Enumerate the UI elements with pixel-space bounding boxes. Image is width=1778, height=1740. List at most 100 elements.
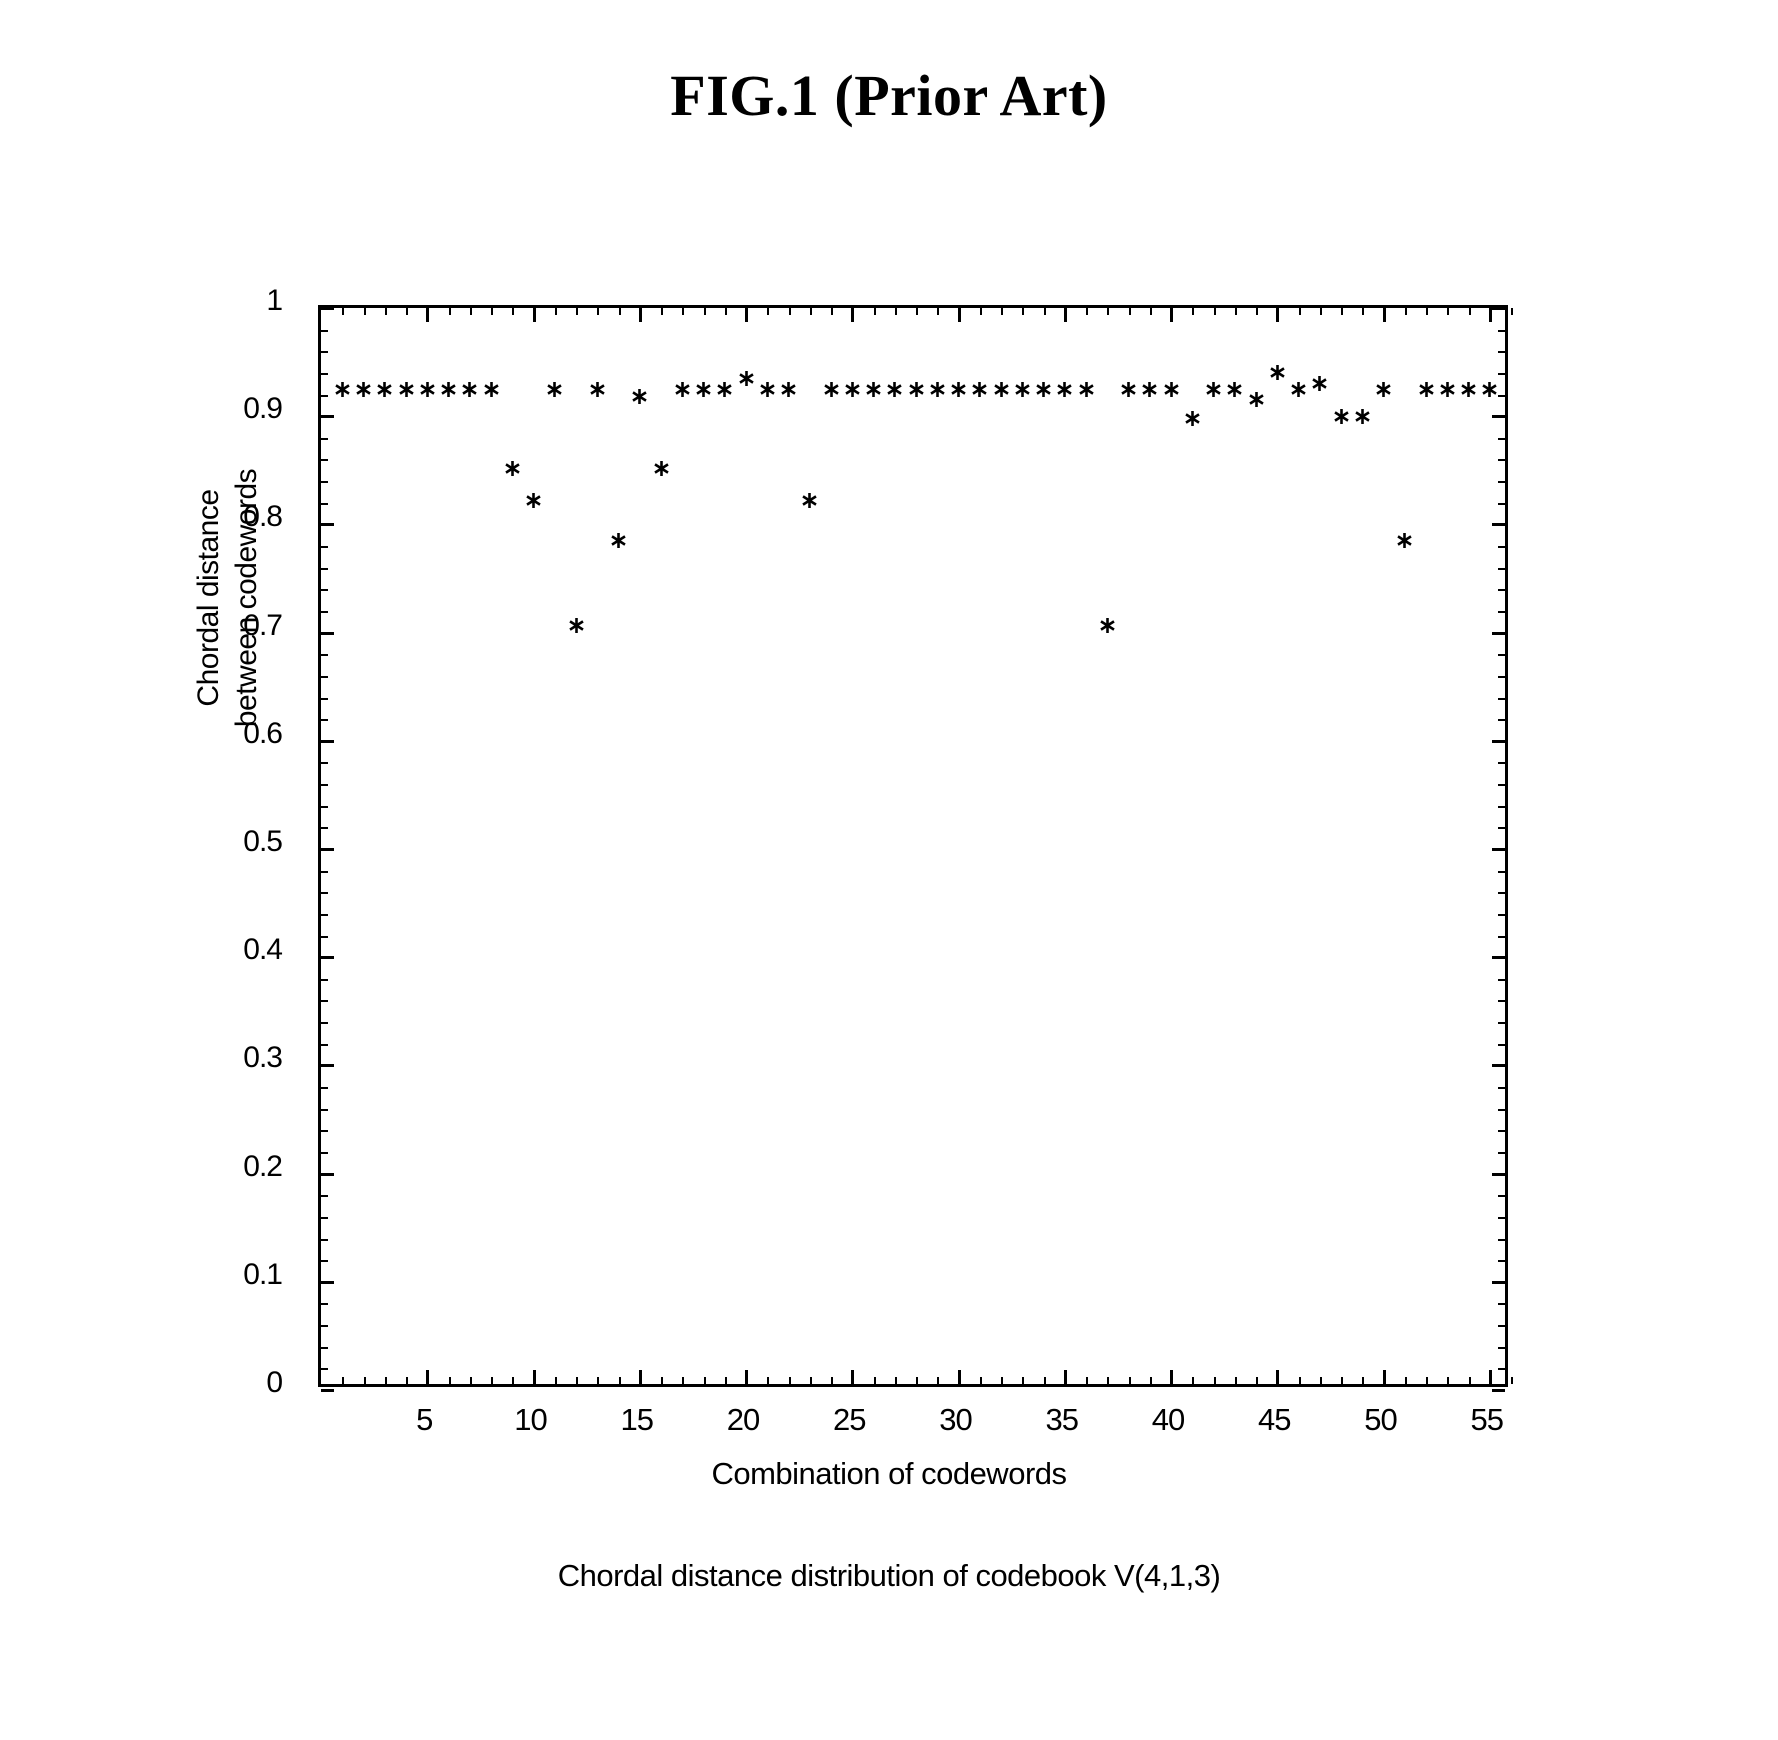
- x-axis-minor-tick-top: [1043, 308, 1046, 315]
- data-point-marker: [334, 381, 351, 398]
- data-point-marker: [1311, 375, 1328, 392]
- x-axis-minor-tick: [1511, 1377, 1513, 1384]
- x-axis-tick-label: 20: [726, 1402, 760, 1437]
- y-axis-tick-label: 0.4: [243, 933, 283, 967]
- data-point-marker: [674, 381, 691, 398]
- y-axis-minor-tick-right: [1498, 589, 1505, 592]
- x-axis-minor-tick: [1404, 1377, 1407, 1384]
- x-axis-minor-tick: [1256, 1377, 1258, 1384]
- y-axis-minor-tick-right: [1498, 1000, 1505, 1003]
- y-axis-tick: [321, 1064, 334, 1068]
- x-axis-tick-label: 40: [1151, 1402, 1185, 1437]
- data-point-marker: [1099, 617, 1116, 634]
- x-axis-minor-tick: [576, 1377, 578, 1384]
- y-axis-minor-tick: [321, 892, 328, 895]
- x-axis-minor-tick-top: [979, 308, 982, 315]
- data-point-marker: [1481, 381, 1498, 398]
- x-axis-minor-tick-top: [406, 308, 408, 315]
- x-axis-minor-tick: [1192, 1377, 1195, 1384]
- x-axis-minor-tick: [1468, 1377, 1471, 1384]
- y-axis-minor-tick-right: [1498, 394, 1505, 397]
- x-axis-minor-tick-top: [724, 308, 727, 315]
- y-axis-minor-tick: [321, 935, 328, 938]
- data-point-marker: [929, 381, 946, 398]
- data-point-marker: [1396, 532, 1413, 549]
- y-axis-minor-tick-right: [1498, 675, 1505, 678]
- x-axis-tick-label: 10: [514, 1402, 547, 1437]
- x-axis-minor-tick: [1426, 1377, 1428, 1384]
- y-axis-minor-tick-right: [1498, 1260, 1505, 1263]
- y-axis-minor-tick: [321, 1325, 328, 1328]
- y-axis-minor-tick: [321, 1043, 328, 1046]
- data-point-marker: [886, 381, 903, 398]
- data-point-marker: [865, 381, 882, 398]
- x-axis-tick: [426, 1370, 430, 1384]
- y-axis-minor-tick: [321, 481, 328, 484]
- data-point-marker: [1184, 410, 1201, 427]
- data-point-marker: [504, 460, 521, 477]
- data-point-marker: [759, 381, 776, 398]
- y-axis-minor-tick: [321, 870, 328, 873]
- x-axis-minor-tick: [661, 1377, 663, 1384]
- x-axis-minor-tick: [363, 1377, 366, 1384]
- x-axis-minor-tick-top: [1107, 308, 1110, 315]
- x-axis-minor-tick: [1086, 1377, 1088, 1384]
- y-axis-tick-right: [1492, 631, 1505, 635]
- x-axis-tick: [745, 1370, 748, 1384]
- x-axis-minor-tick: [1319, 1377, 1322, 1384]
- data-point-marker: [823, 381, 840, 398]
- x-axis-minor-tick-top: [1001, 308, 1003, 315]
- y-axis-tick: [321, 848, 334, 851]
- y-axis-minor-tick-right: [1498, 1325, 1505, 1328]
- y-axis-minor-tick: [321, 762, 328, 765]
- x-axis-minor-tick-top: [1086, 308, 1088, 315]
- x-axis-minor-tick-top: [554, 308, 557, 315]
- x-axis-tick-top: [1488, 308, 1492, 322]
- y-axis-tick-right: [1492, 307, 1505, 310]
- data-point-marker: [844, 381, 861, 398]
- y-axis-minor-tick: [321, 805, 328, 808]
- data-point-marker: [1141, 381, 1158, 398]
- data-point-marker: [1248, 391, 1265, 408]
- figure-caption: Chordal distance distribution of codeboo…: [557, 1558, 1221, 1593]
- y-axis-tick-label: 1: [266, 284, 283, 317]
- y-axis-tick: [321, 1172, 334, 1176]
- x-axis-tick-label: 15: [620, 1402, 654, 1437]
- x-axis-tick-label: 50: [1364, 1402, 1397, 1437]
- y-axis-tick-label: 0.2: [243, 1149, 283, 1183]
- y-axis-minor-tick-right: [1498, 1346, 1505, 1349]
- x-axis-minor-tick-top: [469, 308, 472, 315]
- x-axis-minor-tick: [1001, 1377, 1003, 1384]
- x-axis-minor-tick-top: [937, 308, 940, 315]
- data-point-marker: [440, 381, 457, 398]
- x-axis-tick: [1382, 1370, 1386, 1384]
- y-axis-minor-tick: [321, 567, 328, 570]
- data-point-marker: [801, 492, 818, 509]
- x-axis-minor-tick-top: [1234, 308, 1237, 315]
- y-axis-tick-right: [1492, 848, 1505, 851]
- y-axis-minor-tick-right: [1498, 870, 1505, 873]
- data-point-marker: [376, 381, 393, 398]
- x-axis-minor-tick: [703, 1377, 706, 1384]
- x-axis-tick: [851, 1370, 855, 1384]
- data-point-marker: [695, 381, 712, 398]
- x-axis-minor-tick-top: [1022, 308, 1025, 315]
- x-axis-minor-tick-top: [1404, 308, 1407, 315]
- x-axis-minor-tick-top: [1192, 308, 1195, 315]
- x-axis-minor-tick: [1043, 1377, 1046, 1384]
- y-axis-minor-tick-right: [1498, 1022, 1505, 1025]
- x-axis-minor-tick-top: [576, 308, 578, 315]
- x-axis-minor-tick: [1362, 1377, 1365, 1384]
- data-point-marker: [653, 460, 670, 477]
- y-axis-minor-tick: [321, 1368, 328, 1371]
- x-axis-tick-top: [532, 308, 536, 322]
- y-axis-minor-tick-right: [1498, 762, 1505, 765]
- data-point-marker: [908, 381, 925, 398]
- y-axis-minor-tick-right: [1498, 935, 1505, 938]
- data-point-marker: [1439, 381, 1456, 398]
- x-axis-minor-tick: [1107, 1377, 1110, 1384]
- x-axis-minor-tick: [1213, 1377, 1216, 1384]
- y-axis-minor-tick-right: [1498, 805, 1505, 808]
- x-axis-minor-tick: [1022, 1377, 1025, 1384]
- x-axis-minor-tick-top: [448, 308, 451, 315]
